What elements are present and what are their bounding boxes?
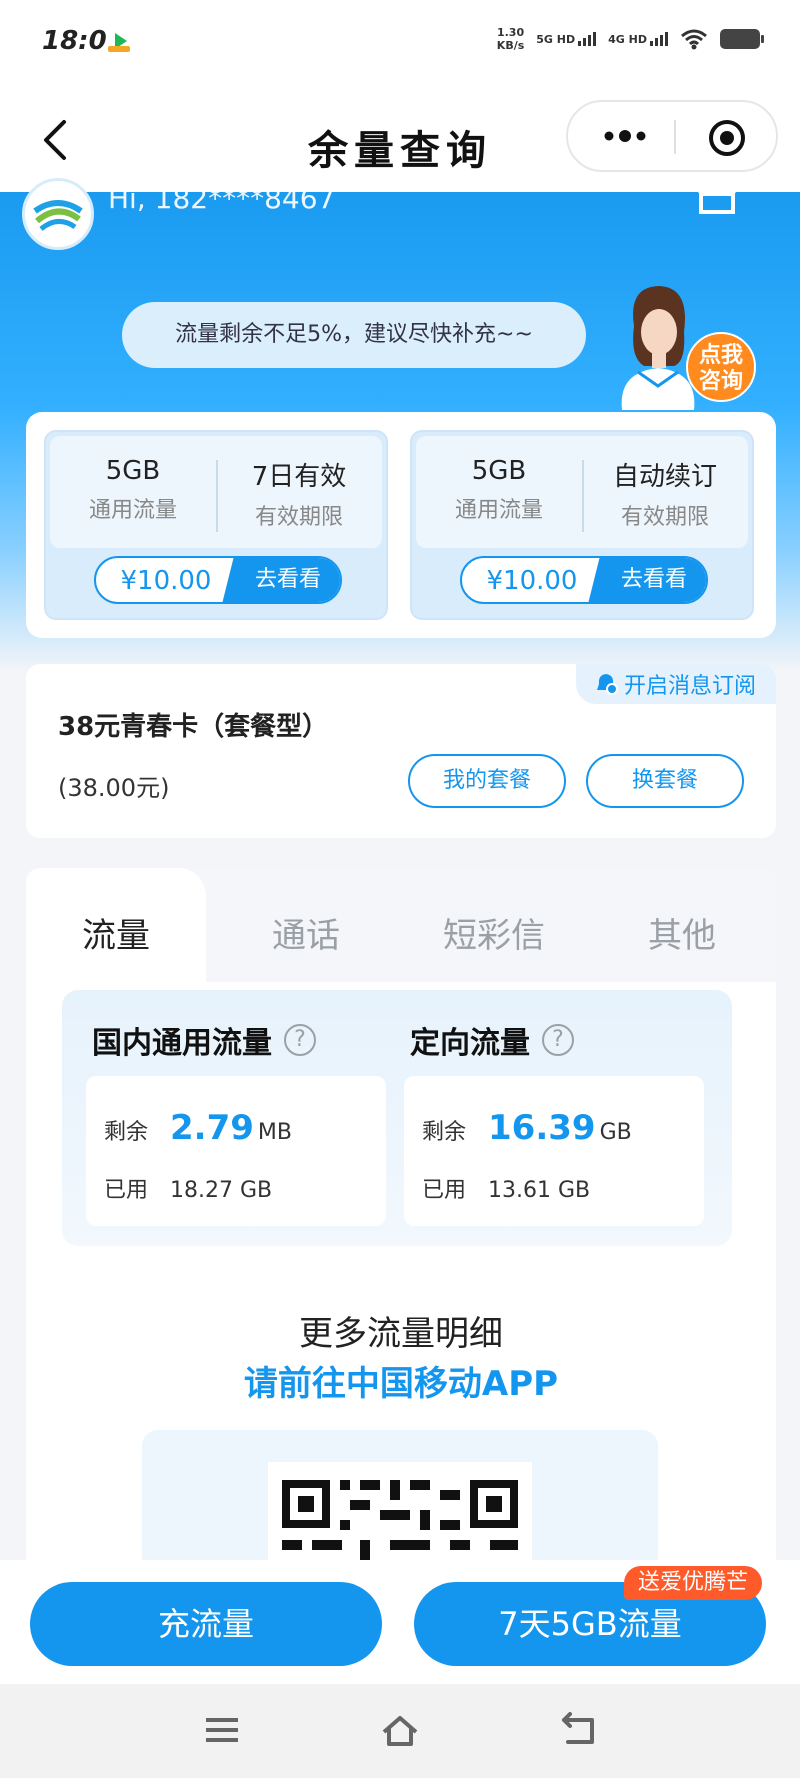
- sim1-signal: 5G HD: [536, 32, 597, 46]
- plan-name: 38元青春卡（套餐型）: [58, 712, 329, 742]
- domestic-data-title: 国内通用流量: [92, 1026, 272, 1061]
- directed-data-title: 定向流量: [410, 1026, 530, 1061]
- network-speed: 1.30 KB/s: [496, 26, 525, 52]
- remaining-unit: MB: [257, 1120, 292, 1145]
- target-close-icon[interactable]: [708, 119, 746, 157]
- promo-badge: 送爱优腾芒: [624, 1566, 763, 1600]
- data-offers-card: 5GB 通用流量 7日有效 有效期限 ¥10.00 去看看 5GB 通用流量 自…: [26, 412, 776, 638]
- more-details-title: 更多流量明细: [299, 1314, 503, 1354]
- offer-amount: 5GB: [105, 456, 161, 486]
- usage-card: 剩余 2.79 MB 已用 18.27 GB: [86, 1076, 386, 1226]
- shop-icon[interactable]: [694, 178, 740, 214]
- nav-bar: 余量查询: [0, 88, 800, 192]
- remaining-label: 剩余: [422, 1120, 467, 1145]
- menu-icon[interactable]: [202, 1710, 242, 1750]
- remaining-label: 剩余: [104, 1120, 149, 1145]
- help-icon[interactable]: ?: [542, 1024, 574, 1056]
- system-nav-bar: [0, 1684, 800, 1778]
- user-greeting: Hi, 182****8467: [108, 182, 336, 215]
- status-indicators: 1.30 KB/s 5G HD 4G HD: [496, 26, 764, 52]
- bottom-action-bar: 充流量 7天5GB流量 送爱优腾芒: [0, 1560, 800, 1684]
- offer-details: 5GB 通用流量 7日有效 有效期限: [50, 436, 382, 548]
- offer-amount-label: 通用流量: [88, 498, 177, 523]
- offer-view-label: 去看看: [602, 558, 706, 602]
- offer-validity-label: 有效期限: [254, 505, 343, 530]
- remaining-unit: GB: [599, 1120, 632, 1145]
- help-icon[interactable]: ?: [284, 1024, 316, 1056]
- remaining-value: 16.39: [488, 1108, 596, 1148]
- bell-icon: [596, 674, 618, 695]
- offer-validity: 自动续订: [612, 462, 717, 492]
- back-icon[interactable]: [558, 1710, 598, 1750]
- data-usage-summary: 国内通用流量 ? 剩余 2.79 MB 已用 18.27 GB 定向流量 ? 剩…: [62, 990, 732, 1246]
- offer-card[interactable]: 5GB 通用流量 7日有效 有效期限 ¥10.00 去看看: [44, 430, 388, 620]
- offer-details: 5GB 通用流量 自动续订 有效期限: [416, 436, 748, 548]
- tab-other[interactable]: 其他: [592, 908, 772, 957]
- home-icon[interactable]: [380, 1710, 420, 1750]
- tab-data[interactable]: 流量: [26, 868, 206, 982]
- recharge-data-button[interactable]: 充流量: [30, 1582, 382, 1666]
- tab-sms[interactable]: 短彩信: [404, 908, 584, 957]
- offer-amount-label: 通用流量: [454, 498, 543, 523]
- offer-validity: 7日有效: [251, 462, 347, 492]
- more-dots-icon[interactable]: [600, 124, 650, 148]
- my-plan-button[interactable]: 我的套餐: [408, 754, 566, 808]
- open-app-link[interactable]: 请前往中国移动APP: [26, 1356, 776, 1405]
- tab-calls[interactable]: 通话: [216, 908, 396, 957]
- offer-view-label: 去看看: [236, 558, 340, 602]
- usage-tabs: 流量 通话 短彩信 其他: [26, 868, 776, 982]
- status-bar: 18:06 1.30 KB/s 5G HD 4G HD: [0, 0, 800, 88]
- used-label: 已用: [422, 1178, 467, 1203]
- usage-card: 剩余 16.39 GB 已用 13.61 GB: [404, 1076, 704, 1226]
- low-data-alert: 流量剩余不足5%，建议尽快补充~~: [122, 302, 586, 368]
- offer-price: ¥10.00: [120, 566, 212, 596]
- offer-buy-button[interactable]: ¥10.00 去看看: [94, 556, 342, 604]
- china-mobile-logo: [22, 178, 94, 250]
- offer-price: ¥10.00: [486, 566, 578, 596]
- used-value: 13.61 GB: [488, 1178, 591, 1203]
- battery-icon: [720, 29, 764, 49]
- offer-validity-label: 有效期限: [620, 505, 709, 530]
- used-value: 18.27 GB: [170, 1178, 273, 1203]
- consult-button[interactable]: 点我 咨询: [686, 332, 756, 402]
- mini-program-capsule: [566, 100, 778, 172]
- change-plan-button[interactable]: 换套餐: [586, 754, 744, 808]
- offer-amount: 5GB: [471, 456, 527, 486]
- usage-panel: 流量 通话 短彩信 其他 国内通用流量 ? 剩余 2.79 MB 已用 18.2…: [26, 868, 776, 1588]
- plan-price: (38.00元): [58, 774, 170, 802]
- capsule-divider: [674, 120, 676, 154]
- remaining-value: 2.79: [170, 1108, 254, 1148]
- subscribe-button[interactable]: 开启消息订阅: [575, 664, 776, 704]
- plan-card: 开启消息订阅 38元青春卡（套餐型） (38.00元) 我的套餐 换套餐: [26, 664, 776, 838]
- signal-bars-icon: [650, 32, 668, 46]
- wifi-icon: [681, 29, 707, 50]
- offer-card[interactable]: 5GB 通用流量 自动续订 有效期限 ¥10.00 去看看: [410, 430, 754, 620]
- offer-buy-button[interactable]: ¥10.00 去看看: [460, 556, 708, 604]
- app-notification-icon: [106, 28, 132, 54]
- signal-bars-icon: [578, 32, 597, 46]
- used-label: 已用: [104, 1178, 149, 1203]
- sim2-signal: 4G HD: [608, 32, 668, 46]
